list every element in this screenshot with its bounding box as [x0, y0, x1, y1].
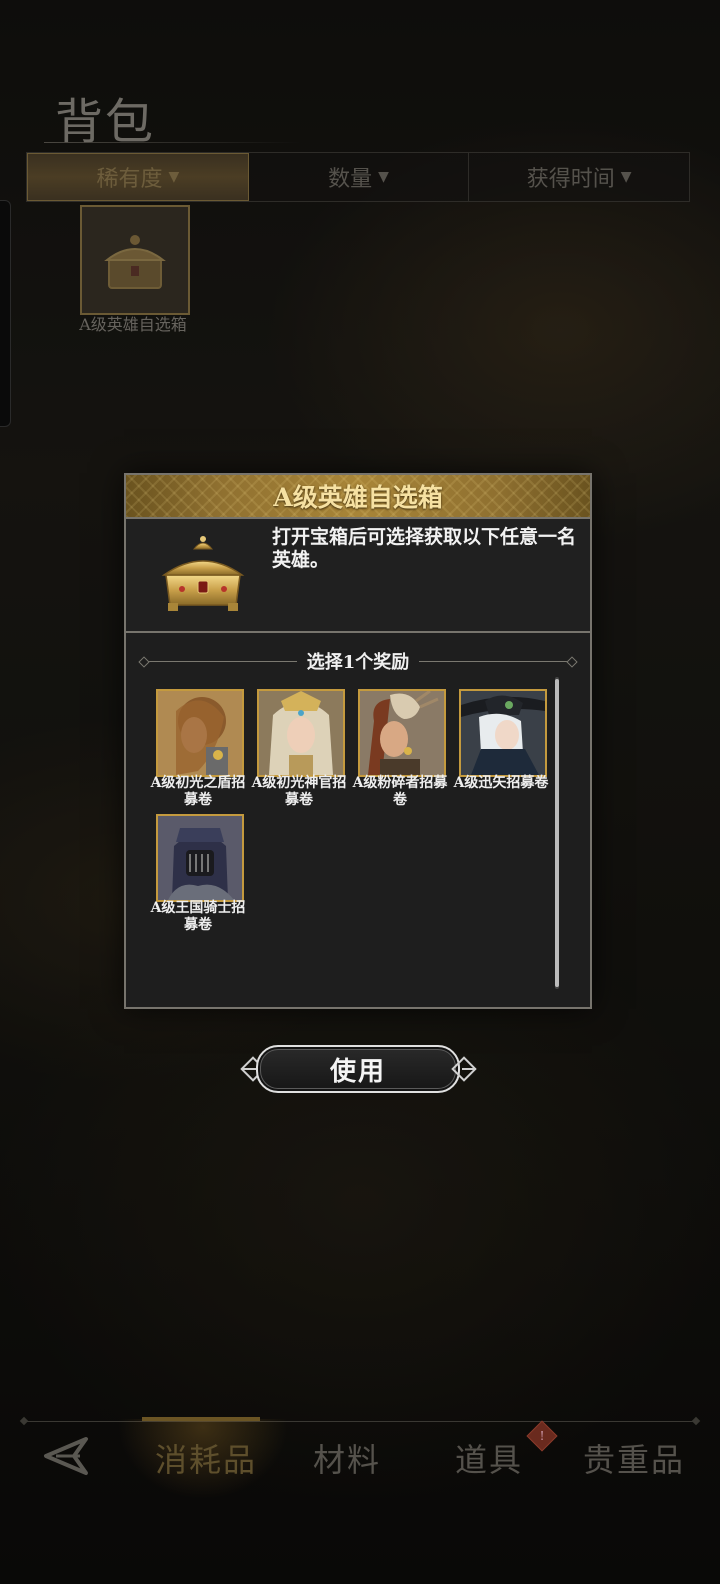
reward-select-header: 选择1个奖励	[140, 649, 576, 673]
hero-portrait-knight[interactable]	[156, 814, 244, 902]
dialog-info-section: 打开宝箱后可选择获取以下任意一名英雄。	[126, 519, 590, 633]
reward-label: A级粉碎者招募卷	[352, 775, 448, 808]
hero-portrait-priest[interactable]	[257, 689, 345, 777]
sort-tab-label: 获得时间	[526, 167, 615, 192]
treasure-chest-icon	[104, 235, 166, 289]
bottom-nav: 消耗品 材料 道具 ! 贵重品	[0, 1415, 720, 1505]
sort-arrow-icon: ▼	[620, 169, 632, 185]
hero-portrait-crusher[interactable]	[358, 689, 446, 777]
chest-select-dialog: A级英雄自选箱 打开宝箱后可选择获取以下任意一名英雄。 选择1个奖励 A级初光之…	[124, 473, 592, 1009]
reward-selection-area: 选择1个奖励 A级初光之盾招募卷 A级初光神官招募卷 A级粉碎者招募卷 A级迅矢…	[126, 633, 590, 1007]
sort-bar: 稀有度 ▼ 数量 ▼ 获得时间 ▼	[26, 152, 690, 202]
title-divider	[44, 142, 300, 143]
reward-label: A级初光之盾招募卷	[150, 775, 246, 808]
back-arrow-icon[interactable]	[36, 1433, 92, 1479]
sort-tab-quantity[interactable]: 数量 ▼	[249, 153, 470, 201]
sort-tab-label: 稀有度	[96, 167, 163, 192]
inventory-item-label: A级英雄自选箱	[79, 315, 187, 334]
dialog-header: A级英雄自选箱	[126, 475, 590, 519]
use-button[interactable]: 使用	[256, 1045, 460, 1093]
header-ornament-left	[140, 660, 297, 662]
dialog-description: 打开宝箱后可选择获取以下任意一名英雄。	[272, 526, 577, 571]
side-panel-edge	[0, 200, 11, 427]
use-button-label: 使用	[329, 1056, 386, 1087]
sort-arrow-icon: ▼	[168, 169, 180, 185]
reward-scrollbar[interactable]	[555, 677, 559, 989]
hero-portrait-archer[interactable]	[459, 689, 547, 777]
sort-tab-label: 数量	[328, 167, 373, 192]
sort-tab-obtain-time[interactable]: 获得时间 ▼	[469, 153, 689, 201]
nav-active-indicator	[142, 1417, 260, 1421]
sort-arrow-icon: ▼	[378, 169, 389, 185]
nav-tab-valuables[interactable]: 贵重品	[583, 1435, 685, 1481]
button-ornament-line-right	[462, 1068, 476, 1070]
nav-tab-materials[interactable]: 材料	[313, 1435, 381, 1481]
reward-label: A级初光神官招募卷	[251, 775, 347, 808]
nav-tab-consumables[interactable]: 消耗品	[155, 1435, 257, 1481]
notification-badge: !	[526, 1420, 558, 1452]
scrollbar-thumb[interactable]	[555, 679, 559, 987]
inventory-item-slot[interactable]	[80, 205, 190, 315]
reward-select-title: 选择1个奖励	[306, 652, 410, 673]
reward-label: A级王国骑士招募卷	[150, 900, 246, 933]
badge-text: !	[539, 1429, 545, 1443]
nav-tab-props[interactable]: 道具	[455, 1435, 523, 1481]
reward-label: A级迅矢招募卷	[453, 775, 549, 791]
hero-portrait-shield[interactable]	[156, 689, 244, 777]
golden-chest-icon	[161, 536, 245, 611]
header-ornament-right	[419, 660, 576, 662]
dialog-title: A级英雄自选箱	[273, 483, 443, 512]
sort-tab-rarity[interactable]: 稀有度 ▼	[27, 153, 249, 201]
